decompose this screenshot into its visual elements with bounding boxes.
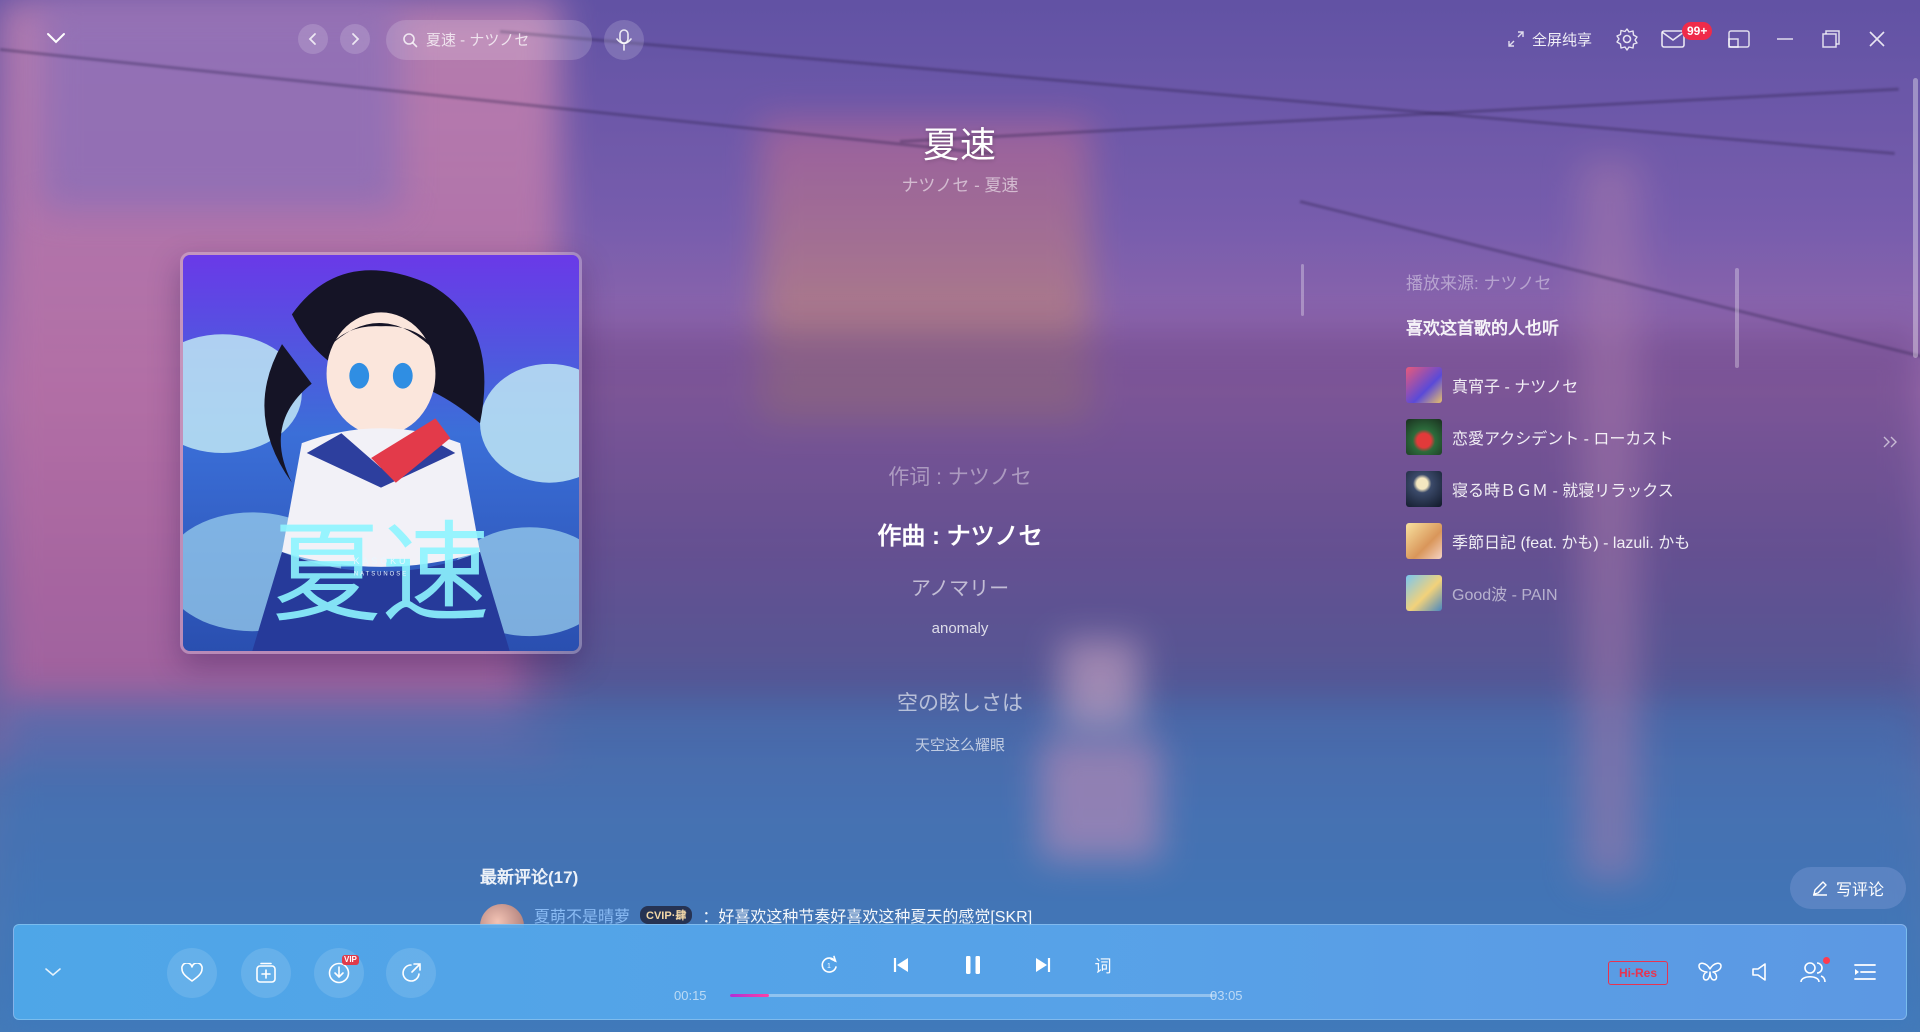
lyric-line[interactable]: アノマリー: [760, 572, 1160, 601]
collapse-player-icon[interactable]: [40, 22, 72, 54]
lyric-translation: anomaly: [931, 620, 989, 637]
next-button[interactable]: [1028, 950, 1058, 980]
repeat-icon: 1: [821, 955, 837, 973]
close-icon: [1869, 31, 1885, 47]
recommendation-list: 真宵子 - ナツノセ 恋愛アクシデント - ローカスト 寝る時ＢＧＭ - 就寝リ…: [1406, 359, 1736, 619]
recommendation-cover: [1406, 575, 1442, 611]
write-comment-button[interactable]: 写评论: [1790, 867, 1906, 909]
collapse-button[interactable]: [38, 957, 68, 987]
top-bar: 全屏纯享 99+: [0, 0, 1920, 76]
recommendation-item[interactable]: 季節日記 (feat. かも) - lazuli. かも: [1406, 515, 1736, 567]
minimize-button[interactable]: [1770, 24, 1800, 54]
skip-previous-icon: [893, 958, 908, 972]
butterfly-icon: [1698, 962, 1722, 981]
maximize-button[interactable]: [1816, 24, 1846, 54]
forward-button[interactable]: [340, 24, 370, 54]
fullscreen-label: 全屏纯享: [1532, 31, 1593, 49]
also-listen-title: 喜欢这首歌的人也听: [1406, 319, 1559, 338]
settings-button[interactable]: [1612, 24, 1642, 54]
album-cover: 夏速 KASOKU NATSUNOSE: [180, 252, 582, 654]
recommendation-cover: [1406, 471, 1442, 507]
pause-button[interactable]: [955, 947, 991, 983]
lyrics-scrollbar[interactable]: [1301, 264, 1304, 316]
search-icon: [403, 33, 418, 48]
fullscreen-mode-button[interactable]: 全屏纯享: [1508, 26, 1592, 52]
pencil-icon: [1812, 881, 1827, 896]
recommendation-title: 恋愛アクシデント - ローカスト: [1452, 431, 1674, 448]
pause-icon: [966, 956, 980, 974]
recommendation-item[interactable]: 寝る時ＢＧＭ - 就寝リラックス: [1406, 463, 1736, 515]
write-comment-label: 写评论: [1835, 882, 1884, 899]
recommendation-title: 真宵子 - ナツノセ: [1452, 379, 1579, 396]
recommendation-item[interactable]: 恋愛アクシデント - ローカスト: [1406, 411, 1736, 463]
comments-title: 最新评论(17): [480, 868, 579, 887]
recommendation-scrollbar[interactable]: [1735, 268, 1739, 368]
search-input[interactable]: [426, 31, 566, 49]
volume-icon: [1752, 963, 1766, 981]
recommendation-title: 季節日記 (feat. かも) - lazuli. かも: [1452, 535, 1691, 552]
download-icon: [328, 962, 350, 984]
lyric-line[interactable]: 作词 : ナツノセ: [760, 461, 1160, 491]
expand-icon: [1508, 31, 1524, 47]
mail-count-badge: 99+: [1682, 22, 1713, 40]
volume-button[interactable]: [1745, 956, 1777, 988]
mini-player-icon: [1728, 30, 1750, 48]
song-artist-album[interactable]: ナツノセ - 夏速: [0, 171, 1920, 196]
vip-badge: CVIP·肆: [640, 906, 693, 924]
search-box[interactable]: [386, 20, 592, 60]
share-icon: [402, 963, 421, 982]
restore-icon: [1822, 30, 1840, 48]
close-button[interactable]: [1862, 24, 1892, 54]
progress-fill: [730, 994, 769, 997]
progress-bar[interactable]: [730, 994, 1216, 997]
lyric-translation: 天空这么耀眼: [914, 737, 1005, 754]
player-bar: VIP 1 词 00:15 03:05 Hi-Res: [13, 924, 1907, 1020]
recommendation-title: 寝る時ＢＧＭ - 就寝リラックス: [1452, 483, 1674, 500]
chevron-down-icon: [45, 968, 61, 977]
song-title: 夏速: [922, 124, 997, 165]
minimize-icon: [1777, 38, 1793, 40]
previous-button[interactable]: [886, 950, 916, 980]
skip-next-icon: [1036, 958, 1051, 972]
play-mode-button[interactable]: 1: [814, 950, 844, 980]
back-button[interactable]: [298, 24, 328, 54]
like-button[interactable]: [167, 948, 217, 998]
cover-caption: KASOKU: [354, 556, 409, 566]
playlist-icon: [1854, 964, 1876, 980]
voice-search-button[interactable]: [604, 20, 644, 60]
notification-dot: [1823, 957, 1830, 964]
double-chevron-right-icon: [1883, 436, 1897, 448]
lyric-line[interactable]: 空の眩しさは: [760, 687, 1160, 717]
hires-quality-button[interactable]: Hi-Res: [1608, 961, 1668, 985]
gear-icon: [1616, 28, 1638, 51]
add-to-playlist-icon: [256, 962, 276, 983]
add-to-playlist-button[interactable]: [241, 948, 291, 998]
sound-effect-button[interactable]: [1694, 956, 1726, 988]
recommendation-cover: [1406, 419, 1442, 455]
recommendation-item[interactable]: 真宵子 - ナツノセ: [1406, 359, 1736, 411]
recommendation-item[interactable]: Good波 - PAIN: [1406, 567, 1736, 619]
lyric-line-current[interactable]: 作曲 : ナツノセ: [760, 516, 1160, 551]
play-source[interactable]: 播放来源: ナツノセ: [1406, 269, 1551, 294]
share-button[interactable]: [386, 948, 436, 998]
recommendation-cover: [1406, 367, 1442, 403]
svg-text:1: 1: [827, 963, 831, 970]
page-scrollbar[interactable]: [1913, 78, 1918, 358]
lyrics-toggle-button[interactable]: 词: [1088, 949, 1118, 979]
heart-icon: [181, 963, 203, 982]
expand-panel-button[interactable]: [1876, 428, 1904, 456]
playlist-button[interactable]: [1849, 956, 1881, 988]
recommendation-title: Good波 - PAIN: [1452, 587, 1558, 604]
total-time: 03:05: [1210, 988, 1243, 1003]
recommendation-cover: [1406, 523, 1442, 559]
current-time: 00:15: [674, 988, 707, 1003]
mini-mode-button[interactable]: [1724, 24, 1754, 54]
vip-tag: VIP: [342, 955, 359, 965]
microphone-icon: [616, 29, 632, 51]
cover-subcaption: NATSUNOSE: [354, 572, 408, 578]
people-icon: [1800, 962, 1826, 983]
